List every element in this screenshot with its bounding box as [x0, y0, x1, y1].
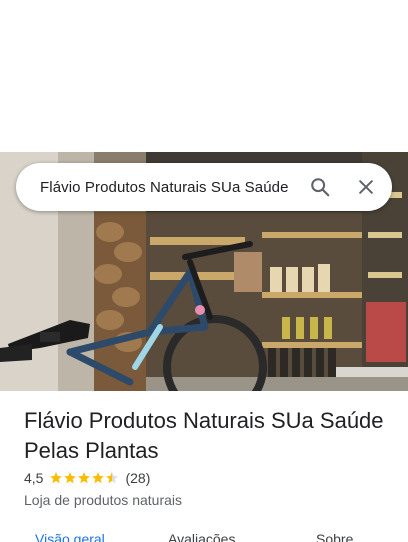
tab-overview[interactable]: Visão geral	[35, 531, 105, 542]
map-blank-area	[0, 0, 408, 152]
rating-value: 4,5	[24, 470, 44, 486]
star-icon	[50, 472, 63, 484]
rating-stars	[49, 471, 119, 485]
place-title: Flávio Produtos Naturais SUa Saúde Pelas…	[24, 408, 384, 463]
search-icon	[311, 178, 330, 197]
close-icon	[359, 180, 373, 194]
tab-about[interactable]: Sobre	[316, 531, 353, 542]
star-icon	[92, 472, 105, 484]
review-count[interactable]: (28)	[125, 470, 150, 486]
place-category: Loja de produtos naturais	[24, 492, 182, 508]
search-bar[interactable]: Flávio Produtos Naturais SUa Saúde	[16, 163, 392, 211]
star-half-icon	[106, 472, 119, 484]
tab-reviews[interactable]: Avaliações	[168, 531, 235, 542]
place-tabs: Visão geral Avaliações Sobre	[0, 528, 408, 542]
star-icon	[78, 472, 91, 484]
close-button[interactable]	[346, 167, 386, 207]
search-input[interactable]: Flávio Produtos Naturais SUa Saúde	[40, 179, 300, 196]
star-icon	[64, 472, 77, 484]
rating-row[interactable]: 4,5 (28)	[24, 470, 150, 486]
search-button[interactable]	[300, 167, 340, 207]
